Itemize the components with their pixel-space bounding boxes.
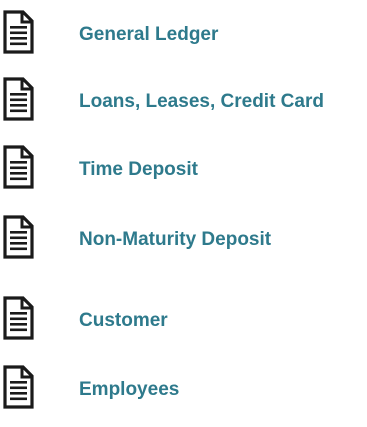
document-item-general-ledger[interactable]: General Ledger — [0, 4, 367, 60]
document-label[interactable]: General Ledger — [79, 25, 218, 44]
document-label[interactable]: Loans, Leases, Credit Card — [79, 92, 324, 111]
document-item-employees[interactable]: Employees — [0, 359, 367, 415]
document-label[interactable]: Time Deposit — [79, 160, 198, 179]
document-item-loans-leases-credit-card[interactable]: Loans, Leases, Credit Card — [0, 71, 367, 127]
document-icon — [3, 365, 34, 409]
document-label[interactable]: Employees — [79, 380, 179, 399]
document-label[interactable]: Customer — [79, 311, 168, 330]
document-icon — [3, 145, 34, 189]
document-item-non-maturity-deposit[interactable]: Non-Maturity Deposit — [0, 209, 367, 265]
document-icon — [3, 296, 34, 340]
document-icon — [3, 77, 34, 121]
document-item-time-deposit[interactable]: Time Deposit — [0, 139, 367, 195]
document-item-customer[interactable]: Customer — [0, 290, 367, 346]
document-list: General Ledger Loans, Leases, Credit Car… — [0, 0, 367, 427]
document-icon — [3, 215, 34, 259]
document-label[interactable]: Non-Maturity Deposit — [79, 230, 271, 249]
document-icon — [3, 10, 34, 54]
